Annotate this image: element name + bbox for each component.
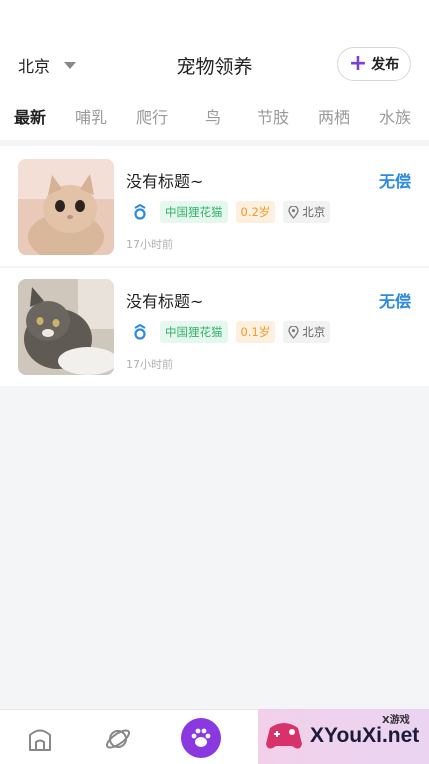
list-item[interactable]: 没有标题~ 无偿 中国狸花猫 0.2岁 北京 17小时前	[0, 146, 429, 264]
age-tag: 0.2岁	[235, 201, 276, 223]
breed-tag: 中国狸花猫	[160, 201, 228, 223]
location-pin-icon	[288, 325, 299, 339]
watermark-text: XYouXi.net	[310, 724, 420, 747]
tab-aquatic[interactable]: 水族	[379, 104, 411, 128]
tab-mammal[interactable]: 哺乳	[75, 104, 107, 128]
location-tag: 北京	[283, 321, 331, 343]
price-label: 无偿	[378, 172, 411, 191]
home-icon[interactable]	[25, 724, 55, 754]
tab-bird[interactable]: 鸟	[205, 104, 221, 128]
category-tabs: 最新 哺乳 爬行 鸟 节肢 两栖 水族	[0, 104, 429, 132]
brand-icon	[128, 320, 152, 344]
tag-row: 中国狸花猫 0.2岁 北京	[128, 200, 331, 224]
tab-reptile[interactable]: 爬行	[136, 104, 168, 128]
tab-latest[interactable]: 最新	[14, 104, 46, 128]
app-header: 北京 宠物领养 + 发布 最新 哺乳 爬行 鸟 节肢 两栖 水族	[0, 0, 429, 140]
age-tag: 0.1岁	[235, 321, 276, 343]
listing-title: 没有标题~	[126, 292, 204, 311]
tab-arthropod[interactable]: 节肢	[257, 104, 289, 128]
pet-photo	[18, 159, 114, 255]
list-item[interactable]: 没有标题~ 无偿 中国狸花猫 0.1岁 北京 17小时前	[0, 268, 429, 386]
location-label: 北京	[302, 325, 326, 339]
location-tag: 北京	[283, 201, 331, 223]
post-time: 17小时前	[126, 238, 173, 251]
post-time: 17小时前	[126, 358, 173, 371]
paw-icon[interactable]	[181, 718, 221, 758]
breed-tag: 中国狸花猫	[160, 321, 228, 343]
plus-icon: +	[348, 51, 368, 76]
tag-row: 中国狸花猫 0.1岁 北京	[128, 320, 331, 344]
tab-amphibian[interactable]: 两栖	[318, 104, 350, 128]
location-pin-icon	[288, 205, 299, 219]
publish-button[interactable]: + 发布	[337, 47, 411, 81]
price-label: 无偿	[378, 292, 411, 311]
planet-icon[interactable]	[103, 724, 133, 754]
listing-title: 没有标题~	[126, 172, 204, 191]
pet-photo	[18, 279, 114, 375]
publish-label: 发布	[371, 57, 400, 73]
brand-icon	[128, 200, 152, 224]
gamepad-logo-icon	[262, 716, 306, 756]
location-label: 北京	[302, 205, 326, 219]
